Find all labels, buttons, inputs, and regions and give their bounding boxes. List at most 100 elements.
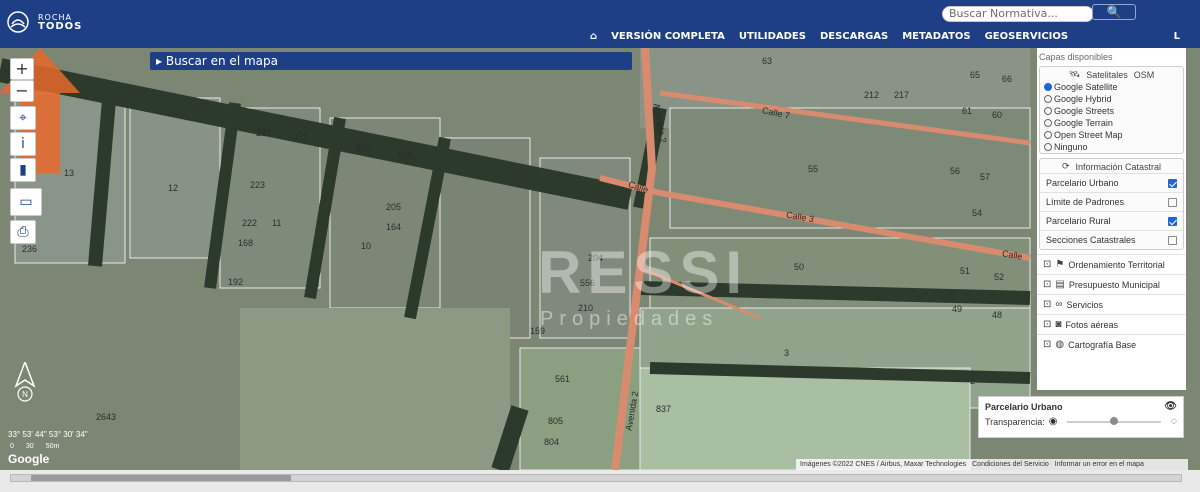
radio-button[interactable]	[1044, 95, 1052, 103]
parcel-label: 837	[656, 404, 672, 414]
coordinate-readout: 33° 53' 44" 53° 30' 34"	[8, 430, 88, 439]
popup-title: Parcelario Urbano	[985, 401, 1063, 412]
base-layer-option[interactable]: Google Streets	[1040, 105, 1183, 117]
print-icon[interactable]: ⎙	[10, 220, 36, 244]
zoom-out-button[interactable]: −	[10, 80, 34, 102]
parcel-label: 12	[168, 183, 179, 193]
cadastral-layer-label: Parcelario Urbano	[1046, 178, 1119, 188]
cadastral-header: ⟳ Información Catastral	[1040, 159, 1183, 173]
transparency-label: Transparencia:	[985, 416, 1045, 427]
parcel-label: 192	[228, 277, 244, 287]
base-layer-label: Google Satellite	[1054, 82, 1118, 92]
base-layer-option[interactable]: Open Street Map	[1040, 129, 1183, 141]
parcel-label: 2	[970, 376, 976, 386]
eye-closed-icon[interactable]: ◌	[1171, 416, 1177, 427]
location-pin-icon[interactable]: ⌖	[10, 106, 36, 130]
scale-label: 30	[25, 443, 34, 450]
transparency-row: Transparencia: ◉ ◌	[979, 414, 1183, 429]
base-layer-option[interactable]: Google Hybrid	[1040, 93, 1183, 105]
parcel-label: 10	[361, 241, 372, 251]
radio-button[interactable]	[1044, 143, 1052, 151]
cadastral-layer-label: Secciones Catastrales	[1046, 235, 1136, 245]
base-layer-option[interactable]: Google Satellite	[1040, 81, 1183, 93]
panel-title: Capas disponibles	[1039, 52, 1113, 62]
cadastral-layer-label: Parcelario Rural	[1046, 216, 1111, 226]
parcel-label: 60	[992, 110, 1003, 120]
cadastral-layer-row[interactable]: Secciones Catastrales	[1040, 230, 1183, 249]
parcel-label: 52	[994, 272, 1005, 282]
menu-caret[interactable]: L	[1174, 31, 1180, 42]
base-layer-option[interactable]: Ninguno	[1040, 141, 1183, 153]
scrollbar-thumb[interactable]	[31, 475, 291, 481]
layer-section-ordenamiento[interactable]: ⊡ ⚑ Ordenamiento Territorial	[1037, 254, 1186, 274]
layer-section-cartografia[interactable]: ⊡ ◍ Cartografía Base	[1037, 334, 1186, 354]
logo-bottom-text: TODOS	[38, 21, 83, 32]
osm-label[interactable]: OSM	[1134, 70, 1155, 80]
horizontal-scrollbar[interactable]	[10, 474, 1182, 482]
parcel-label: 48	[992, 310, 1003, 320]
parcel-label: 163	[397, 150, 413, 160]
map-search-bar[interactable]: ▸ Buscar en el mapa	[150, 52, 632, 70]
layer-section-servicios[interactable]: ⊡ ∞ Servicios	[1037, 294, 1186, 314]
cadastral-layer-label: Límite de Padrones	[1046, 197, 1125, 207]
checkbox[interactable]	[1168, 216, 1177, 226]
watermark-subtext: Propiedades	[540, 308, 719, 330]
transparency-slider[interactable]	[1067, 416, 1162, 425]
cadastral-layer-row[interactable]: Parcelario Rural	[1040, 211, 1183, 230]
section-label: Presupuesto Municipal	[1068, 279, 1160, 290]
parcel-label: 57	[980, 172, 991, 182]
screen-icon[interactable]: ▭	[10, 188, 42, 216]
base-layers-header: 🛰 Satelitales OSM	[1040, 67, 1183, 81]
zoom-controls: + −	[10, 58, 34, 102]
cadastral-layer-row[interactable]: Parcelario Urbano	[1040, 173, 1183, 192]
eye-icon[interactable]: 👁	[1164, 401, 1177, 412]
menu-item-geoservicios[interactable]: GEOSERVICIOS	[985, 31, 1069, 42]
base-layer-label: Google Hybrid	[1054, 94, 1112, 104]
radio-button[interactable]	[1044, 131, 1052, 139]
radio-button[interactable]	[1044, 119, 1052, 127]
info-icon[interactable]: i	[10, 132, 36, 156]
radio-button[interactable]	[1044, 83, 1052, 91]
checkbox[interactable]	[1168, 178, 1177, 188]
parcel-label: 55	[808, 164, 819, 174]
layer-section-fotos[interactable]: ⊡ ◙ Fotos aéreas	[1037, 314, 1186, 334]
base-layers-title: Satelitales	[1086, 69, 1128, 80]
parcel-label: 222	[242, 218, 258, 228]
checkbox[interactable]	[1168, 235, 1177, 245]
cadastral-group: ⟳ Información Catastral Parcelario Urban…	[1039, 158, 1184, 250]
compass-icon[interactable]: N	[12, 362, 38, 402]
base-layer-option[interactable]: Google Terrain	[1040, 117, 1183, 129]
parcel-label: 2643	[96, 412, 117, 422]
slider-knob[interactable]	[1110, 416, 1119, 425]
checkbox[interactable]	[1168, 197, 1177, 207]
parcel-label: 66	[1002, 74, 1013, 84]
search-input[interactable]: Buscar Normativa...	[942, 6, 1094, 22]
radio-button[interactable]	[1044, 107, 1052, 115]
home-icon[interactable]: ⌂	[590, 31, 597, 42]
parcel-label: 164	[386, 222, 402, 232]
parcel-label: 63	[762, 56, 773, 66]
search-button[interactable]: 🔍	[1092, 4, 1136, 20]
logo-icon	[7, 11, 29, 33]
menu-item-utilidades[interactable]: UTILIDADES	[739, 31, 806, 42]
header-bar: ROCHA TODOS Buscar Normativa... 🔍 ⌂ VERS…	[0, 0, 1200, 48]
logo[interactable]: ROCHA TODOS	[6, 10, 82, 34]
cadastral-layer-row[interactable]: Límite de Padrones	[1040, 192, 1183, 211]
parcel-label: 3	[784, 348, 790, 358]
scale-label: 0	[10, 443, 14, 450]
layer-toggle-icon[interactable]: ⊡	[1043, 319, 1051, 330]
watermark-text: RESSI	[538, 239, 749, 306]
layer-toggle-icon[interactable]: ⊡	[1043, 299, 1051, 310]
eye-open-icon[interactable]: ◉	[1049, 416, 1058, 427]
zoom-in-button[interactable]: +	[10, 58, 34, 80]
layer-section-presupuesto[interactable]: ⊡ ▤ Presupuesto Municipal	[1037, 274, 1186, 294]
bookmark-icon[interactable]: ▮	[10, 158, 36, 182]
layer-toggle-icon[interactable]: ⊡	[1043, 259, 1051, 270]
layer-toggle-icon[interactable]: ⊡	[1043, 339, 1051, 350]
menu-item-descargas[interactable]: DESCARGAS	[820, 31, 888, 42]
menu-item-version-completa[interactable]: VERSIÓN COMPLETA	[611, 31, 725, 42]
section-label: Fotos aéreas	[1065, 319, 1118, 330]
parcel-label: 56	[950, 166, 961, 176]
layer-toggle-icon[interactable]: ⊡	[1043, 279, 1051, 290]
menu-item-metadatos[interactable]: METADATOS	[902, 31, 970, 42]
